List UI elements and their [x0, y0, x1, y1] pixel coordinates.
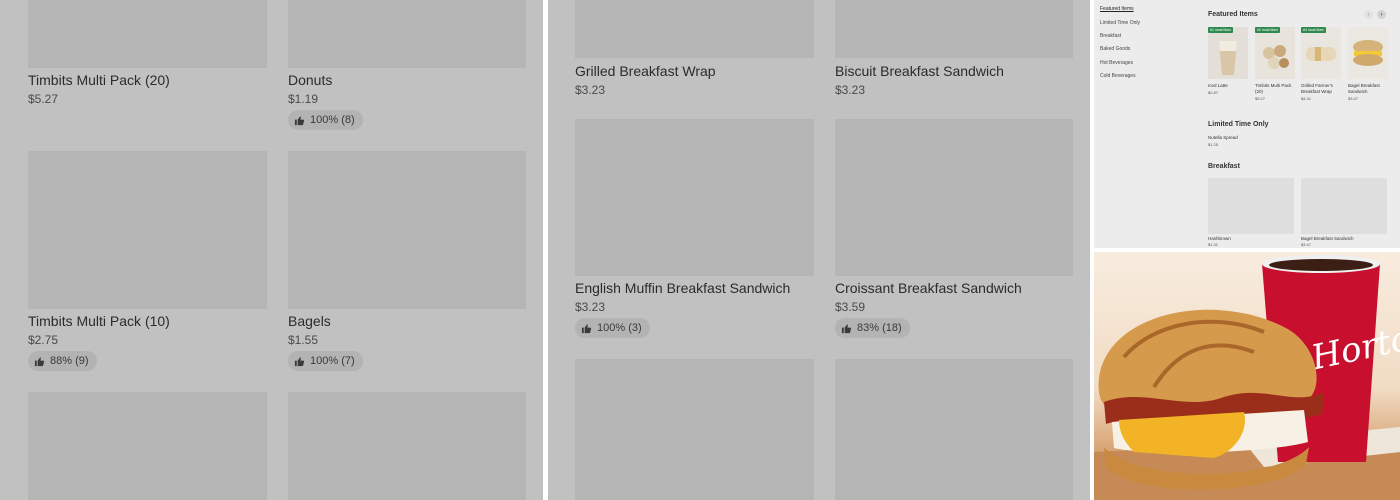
item-image-bagels[interactable]: [288, 151, 526, 309]
rating-badge: 100% (3): [575, 318, 650, 338]
product-photo: Tim Horto: [1094, 252, 1400, 500]
carousel-prev-button[interactable]: ‹: [1364, 10, 1373, 19]
item-name[interactable]: Bagels: [288, 313, 331, 329]
featured-item-image[interactable]: [1348, 27, 1388, 79]
item-price: $5.27: [28, 92, 59, 106]
breakfast-item-image[interactable]: [1301, 178, 1387, 234]
coffee-surface: [1269, 259, 1373, 271]
item-image-placeholder[interactable]: [835, 359, 1073, 500]
featured-item-price: $3.47: [1348, 96, 1359, 101]
thumbs-up-icon: [581, 323, 592, 333]
iced-latte-image: [1219, 41, 1237, 75]
item-name[interactable]: Biscuit Breakfast Sandwich: [835, 63, 1004, 79]
item-price: $1.55: [288, 333, 319, 347]
featured-item-image[interactable]: [1255, 27, 1295, 79]
chevron-right-icon: ›: [1380, 11, 1383, 18]
category-link-limited[interactable]: Limited Time Only: [1100, 20, 1140, 26]
menu-grid-left: Timbits Multi Pack (20) $5.27 Donuts $1.…: [0, 0, 543, 500]
item-image-grilled-wrap[interactable]: [575, 0, 814, 58]
rating-text: 100% (3): [597, 322, 642, 334]
badge-most-liked: #2 most liked: [1255, 27, 1280, 33]
item-name[interactable]: Grilled Breakfast Wrap: [575, 63, 716, 79]
croissant-sandwich-photo: Tim Horto: [1094, 255, 1400, 500]
item-price: $3.23: [835, 83, 866, 97]
category-link-baked-goods[interactable]: Baked Goods: [1100, 46, 1130, 52]
featured-item-name[interactable]: Bagel Breakfast Sandwich: [1348, 83, 1390, 94]
item-name[interactable]: Croissant Breakfast Sandwich: [835, 280, 1022, 296]
rating-text: 83% (18): [857, 322, 902, 334]
rating-badge: 88% (9): [28, 351, 97, 371]
breakfast-item-price: $3.47: [1301, 242, 1312, 247]
section-title-limited: Limited Time Only: [1208, 121, 1269, 128]
limited-item-name[interactable]: Nutella Spread: [1208, 135, 1238, 141]
item-price: $3.59: [835, 300, 866, 314]
item-image-croissant[interactable]: [835, 119, 1073, 276]
category-link-breakfast[interactable]: Breakfast: [1100, 33, 1121, 39]
item-name[interactable]: English Muffin Breakfast Sandwich: [575, 280, 790, 296]
rating-text: 100% (8): [310, 114, 355, 126]
rating-badge: 100% (7): [288, 351, 363, 371]
item-image-placeholder[interactable]: [575, 359, 814, 500]
item-image-donuts[interactable]: [288, 0, 526, 68]
item-price: $2.75: [28, 333, 59, 347]
bagel-sandwich-image: [1353, 40, 1383, 66]
section-title-featured: Featured Items: [1208, 11, 1258, 18]
category-link-featured[interactable]: Featured Items: [1100, 6, 1134, 12]
breakfast-item-price: $1.31: [1208, 242, 1219, 247]
carousel-next-button[interactable]: ›: [1377, 10, 1386, 19]
rating-badge: 83% (18): [835, 318, 910, 338]
breakfast-item-image[interactable]: [1208, 178, 1294, 234]
category-link-hot-beverages[interactable]: Hot Beverages: [1100, 60, 1133, 66]
item-price: $1.19: [288, 92, 319, 106]
featured-item-price: $5.27: [1255, 96, 1266, 101]
item-price: $3.23: [575, 300, 606, 314]
thumbs-up-icon: [294, 356, 305, 366]
breakfast-wrap-image: [1306, 47, 1336, 61]
category-link-cold-beverages[interactable]: Cold Beverages: [1100, 73, 1136, 79]
item-image-timbits-10[interactable]: [28, 151, 267, 309]
featured-item-name[interactable]: Grilled Farmer's Breakfast Wrap: [1301, 83, 1343, 94]
thumbs-up-icon: [294, 115, 305, 125]
featured-item-name[interactable]: Timbits Multi Pack (20): [1255, 83, 1297, 94]
item-name[interactable]: Timbits Multi Pack (10): [28, 313, 170, 329]
section-title-breakfast: Breakfast: [1208, 163, 1240, 170]
rating-text: 100% (7): [310, 355, 355, 367]
item-price: $3.23: [575, 83, 606, 97]
featured-item-price: $2.87: [1208, 90, 1219, 95]
breakfast-item-name[interactable]: Hashbrown: [1208, 236, 1231, 242]
limited-item-price: $1.25: [1208, 142, 1219, 147]
menu-grid-middle: Grilled Breakfast Wrap $3.23 Biscuit Bre…: [548, 0, 1090, 500]
rating-badge: 100% (8): [288, 110, 363, 130]
item-name[interactable]: Timbits Multi Pack (20): [28, 72, 170, 88]
menu-overview: Featured Items Limited Time Only Breakfa…: [1094, 0, 1400, 248]
thumbs-up-icon: [34, 356, 45, 366]
badge-most-liked: #1 most liked: [1208, 27, 1233, 33]
item-image-timbits-20[interactable]: [28, 0, 267, 68]
item-image-placeholder[interactable]: [28, 392, 267, 500]
featured-item-image[interactable]: [1208, 27, 1248, 79]
item-image-placeholder[interactable]: [288, 392, 526, 500]
item-image-english-muffin[interactable]: [575, 119, 814, 276]
breakfast-item-name[interactable]: Bagel Breakfast Sandwich: [1301, 236, 1354, 242]
featured-item-image[interactable]: [1301, 27, 1341, 79]
featured-item-name[interactable]: Iced Latte: [1208, 83, 1250, 89]
item-name[interactable]: Donuts: [288, 72, 332, 88]
item-image-biscuit-sandwich[interactable]: [835, 0, 1073, 58]
chevron-left-icon: ‹: [1367, 11, 1370, 18]
timbits-image: [1263, 45, 1289, 69]
featured-item-price: $4.31: [1301, 96, 1312, 101]
rating-text: 88% (9): [50, 355, 89, 367]
thumbs-up-icon: [841, 323, 852, 333]
badge-most-liked: #3 most liked: [1301, 27, 1326, 33]
